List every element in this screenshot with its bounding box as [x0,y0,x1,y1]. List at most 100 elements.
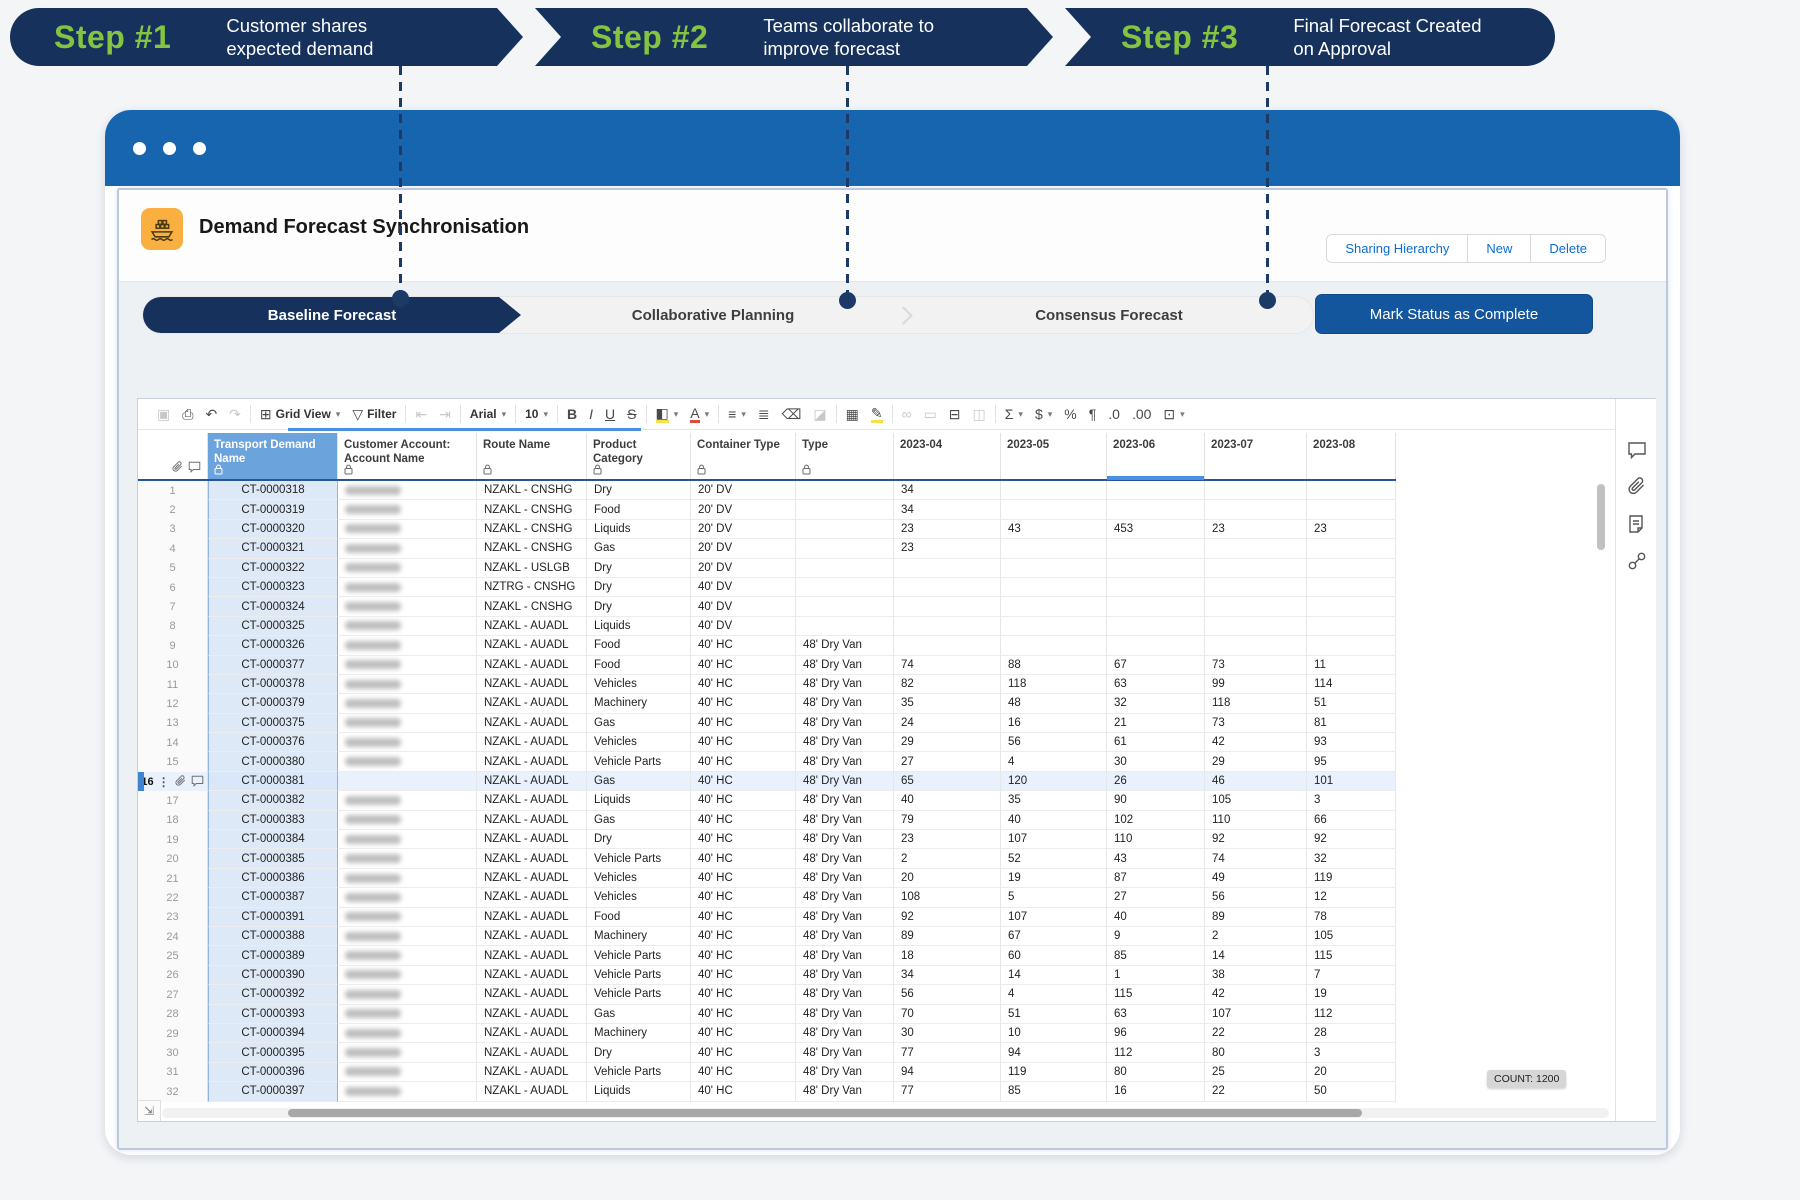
cell-m5-row-19[interactable]: 92 [1307,830,1396,849]
cell-customer-row-12[interactable] [338,694,477,713]
font-size-select[interactable]: 10▾ [525,408,548,420]
cell-m2-row-19[interactable]: 107 [1001,830,1107,849]
cell-type-row-28[interactable]: 48' Dry Van [796,1005,894,1024]
cell-m5-row-17[interactable]: 3 [1307,791,1396,810]
cell-route-row-18[interactable]: NZAKL - AUADL [477,811,587,830]
cell-m2-row-23[interactable]: 107 [1001,908,1107,927]
cell-category-row-15[interactable]: Vehicle Parts [587,752,691,771]
fill-color-icon[interactable]: ◧▾ [656,406,679,422]
cell-m4-row-20[interactable]: 74 [1205,849,1307,868]
window-dot-icon[interactable] [163,142,176,155]
cell-m3-row-11[interactable]: 63 [1107,675,1205,694]
row-header-25[interactable]: 25 [138,946,208,965]
cell-container-row-24[interactable]: 40' HC [691,927,796,946]
cell-type-row-21[interactable]: 48' Dry Van [796,869,894,888]
cell-m3-row-2[interactable] [1107,500,1205,519]
cell-m1-row-14[interactable]: 29 [894,733,1001,752]
row-header-16[interactable]: 16⋮ [138,772,208,791]
font-family-select[interactable]: Arial▾ [470,408,506,420]
cell-route-row-30[interactable]: NZAKL - AUADL [477,1043,587,1062]
row-header-9[interactable]: 9 [138,636,208,655]
cell-m1-row-25[interactable]: 18 [894,946,1001,965]
row-header-24[interactable]: 24 [138,927,208,946]
cell-route-row-24[interactable]: NZAKL - AUADL [477,927,587,946]
cell-m1-row-28[interactable]: 70 [894,1005,1001,1024]
cell-customer-row-14[interactable] [338,733,477,752]
text-color-icon[interactable]: A▾ [690,406,709,422]
cell-name-row-26[interactable]: CT-0000390 [208,966,338,985]
cell-m1-row-18[interactable]: 79 [894,811,1001,830]
cell-m3-row-15[interactable]: 30 [1107,752,1205,771]
vertical-scrollbar[interactable] [1597,484,1605,550]
cell-route-row-9[interactable]: NZAKL - AUADL [477,636,587,655]
cell-m5-row-30[interactable]: 3 [1307,1043,1396,1062]
cell-name-row-24[interactable]: CT-0000388 [208,927,338,946]
cell-customer-row-6[interactable] [338,578,477,597]
cell-m2-row-27[interactable]: 4 [1001,985,1107,1004]
cell-route-row-10[interactable]: NZAKL - AUADL [477,656,587,675]
cell-m5-row-5[interactable] [1307,559,1396,578]
cell-type-row-17[interactable]: 48' Dry Van [796,791,894,810]
cell-route-row-2[interactable]: NZAKL - CNSHG [477,500,587,519]
cell-m2-row-21[interactable]: 19 [1001,869,1107,888]
cell-route-row-28[interactable]: NZAKL - AUADL [477,1005,587,1024]
cell-container-row-22[interactable]: 40' HC [691,888,796,907]
cell-m2-row-17[interactable]: 35 [1001,791,1107,810]
cell-m5-row-11[interactable]: 114 [1307,675,1396,694]
italic-icon[interactable]: I [589,407,593,421]
highlight-pen-icon[interactable]: ✎ [871,406,883,422]
cell-m4-row-3[interactable]: 23 [1205,520,1307,539]
cell-customer-row-24[interactable] [338,927,477,946]
cell-m5-row-21[interactable]: 119 [1307,869,1396,888]
align-icon[interactable]: ≡▾ [728,407,746,421]
cell-m5-row-9[interactable] [1307,636,1396,655]
cell-container-row-26[interactable]: 40' HC [691,966,796,985]
cell-m2-row-14[interactable]: 56 [1001,733,1107,752]
cell-m1-row-17[interactable]: 40 [894,791,1001,810]
cell-m4-row-12[interactable]: 118 [1205,694,1307,713]
row-header-8[interactable]: 8 [138,617,208,636]
cell-m2-row-10[interactable]: 88 [1001,656,1107,675]
cell-m3-row-9[interactable] [1107,636,1205,655]
cell-container-row-18[interactable]: 40' HC [691,811,796,830]
cell-m4-row-26[interactable]: 38 [1205,966,1307,985]
column-header-m3[interactable]: 2023-06 [1107,433,1205,479]
cell-m5-row-2[interactable] [1307,500,1396,519]
cell-m2-row-4[interactable] [1001,539,1107,558]
cell-container-row-15[interactable]: 40' HC [691,752,796,771]
cell-container-row-3[interactable]: 20' DV [691,520,796,539]
decimal-decrease-icon[interactable]: .0 [1108,407,1120,421]
cell-m3-row-22[interactable]: 27 [1107,888,1205,907]
cell-m2-row-28[interactable]: 51 [1001,1005,1107,1024]
cell-type-row-23[interactable]: 48' Dry Van [796,908,894,927]
cell-customer-row-20[interactable] [338,849,477,868]
cell-name-row-3[interactable]: CT-0000320 [208,520,338,539]
cell-m5-row-32[interactable]: 50 [1307,1082,1396,1101]
cell-m1-row-10[interactable]: 74 [894,656,1001,675]
cell-m3-row-24[interactable]: 9 [1107,927,1205,946]
cell-m2-row-25[interactable]: 60 [1001,946,1107,965]
cell-m2-row-2[interactable] [1001,500,1107,519]
cell-type-row-15[interactable]: 48' Dry Van [796,752,894,771]
cell-type-row-10[interactable]: 48' Dry Van [796,656,894,675]
column-header-container[interactable]: Container Type [691,433,796,479]
cell-m5-row-28[interactable]: 112 [1307,1005,1396,1024]
cell-m3-row-10[interactable]: 67 [1107,656,1205,675]
cell-m4-row-21[interactable]: 49 [1205,869,1307,888]
cell-customer-row-22[interactable] [338,888,477,907]
row-header-2[interactable]: 2 [138,500,208,519]
cell-category-row-26[interactable]: Vehicle Parts [587,966,691,985]
cell-m4-row-15[interactable]: 29 [1205,752,1307,771]
cell-m1-row-16[interactable]: 65 [894,772,1001,791]
row-header-29[interactable]: 29 [138,1024,208,1043]
cell-name-row-29[interactable]: CT-0000394 [208,1024,338,1043]
new-button[interactable]: New [1468,235,1531,262]
cell-m3-row-21[interactable]: 87 [1107,869,1205,888]
cell-container-row-25[interactable]: 40' HC [691,946,796,965]
comment-icon[interactable] [1626,439,1648,461]
cell-m3-row-20[interactable]: 43 [1107,849,1205,868]
cell-name-row-25[interactable]: CT-0000389 [208,946,338,965]
cell-category-row-30[interactable]: Dry [587,1043,691,1062]
window-dot-icon[interactable] [193,142,206,155]
cell-m3-row-18[interactable]: 102 [1107,811,1205,830]
